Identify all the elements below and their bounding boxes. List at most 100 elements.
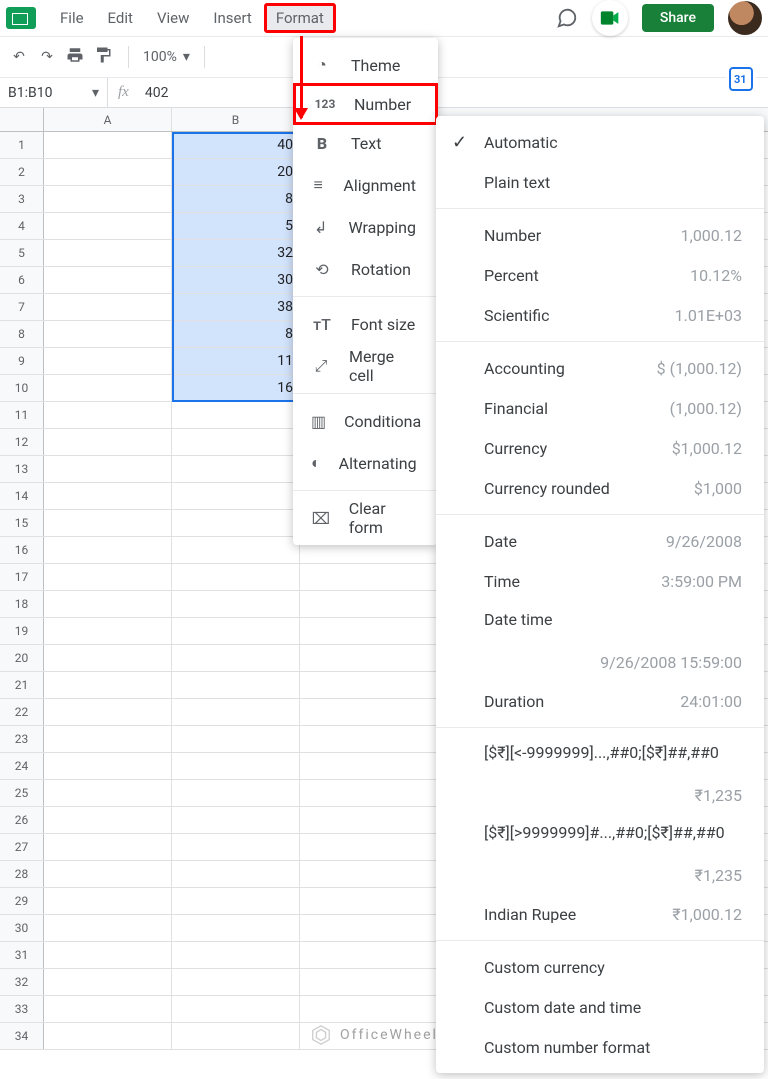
print-icon[interactable] — [64, 46, 86, 68]
select-all-corner[interactable] — [0, 108, 44, 131]
row-header[interactable]: 22 — [0, 699, 44, 725]
number-format-item[interactable]: [$₹][<-9999999]...,##0;[$₹]##,##0₹1,235 — [436, 734, 764, 814]
cell[interactable] — [172, 429, 300, 455]
format-menu-item[interactable]: ≡Alignment — [293, 164, 438, 206]
cell[interactable] — [44, 861, 172, 887]
row-header[interactable]: 15 — [0, 510, 44, 536]
row-header[interactable]: 2 — [0, 159, 44, 185]
cell[interactable] — [44, 429, 172, 455]
number-format-item[interactable]: Time3:59:00 PM — [436, 561, 764, 601]
row-header[interactable]: 26 — [0, 807, 44, 833]
number-format-item[interactable]: Financial(1,000.12) — [436, 388, 764, 428]
number-format-item[interactable]: Plain text — [436, 162, 764, 202]
share-button[interactable]: Share — [642, 4, 714, 32]
paint-format-icon[interactable] — [92, 46, 114, 68]
row-header[interactable]: 21 — [0, 672, 44, 698]
cell[interactable] — [44, 645, 172, 671]
row-header[interactable]: 7 — [0, 294, 44, 320]
number-format-item[interactable]: Custom date and time — [436, 987, 764, 1027]
cell[interactable] — [44, 807, 172, 833]
number-format-item[interactable]: Date9/26/2008 — [436, 521, 764, 561]
cell[interactable] — [172, 645, 300, 671]
row-header[interactable]: 19 — [0, 618, 44, 644]
menu-insert[interactable]: Insert — [201, 3, 263, 33]
row-header[interactable]: 6 — [0, 267, 44, 293]
cell[interactable] — [44, 564, 172, 590]
cell[interactable]: 30 — [172, 267, 300, 293]
cell[interactable] — [172, 969, 300, 995]
cell[interactable] — [172, 483, 300, 509]
number-format-item[interactable]: Currency rounded$1,000 — [436, 468, 764, 508]
cell[interactable] — [172, 780, 300, 806]
row-header[interactable]: 25 — [0, 780, 44, 806]
cell[interactable] — [44, 834, 172, 860]
cell[interactable]: 5 — [172, 213, 300, 239]
row-header[interactable]: 20 — [0, 645, 44, 671]
cell[interactable] — [44, 213, 172, 239]
cell[interactable] — [44, 753, 172, 779]
cell[interactable] — [44, 780, 172, 806]
row-header[interactable]: 24 — [0, 753, 44, 779]
row-header[interactable]: 17 — [0, 564, 44, 590]
format-menu-item[interactable]: 123Number — [293, 83, 438, 125]
cell[interactable]: 8 — [172, 321, 300, 347]
menu-edit[interactable]: Edit — [96, 3, 145, 33]
calendar-sidebar-icon[interactable] — [726, 64, 756, 94]
cell[interactable]: 40 — [172, 132, 300, 158]
row-header[interactable]: 5 — [0, 240, 44, 266]
row-header[interactable]: 29 — [0, 888, 44, 914]
cell[interactable] — [172, 564, 300, 590]
number-format-item[interactable]: Percent10.12% — [436, 255, 764, 295]
cell[interactable] — [172, 699, 300, 725]
cell[interactable] — [44, 888, 172, 914]
cell[interactable] — [172, 996, 300, 1022]
number-format-item[interactable]: Custom currency — [436, 947, 764, 987]
row-header[interactable]: 1 — [0, 132, 44, 158]
row-header[interactable]: 27 — [0, 834, 44, 860]
format-menu-item[interactable]: ▥Conditiona — [293, 400, 438, 442]
chat-icon[interactable] — [556, 7, 578, 29]
cell[interactable]: 16 — [172, 375, 300, 401]
column-header[interactable]: A — [44, 108, 172, 131]
cell[interactable] — [172, 618, 300, 644]
row-header[interactable]: 23 — [0, 726, 44, 752]
cell[interactable] — [172, 942, 300, 968]
number-format-item[interactable]: Duration24:01:00 — [436, 681, 764, 721]
cell[interactable] — [44, 186, 172, 212]
cell[interactable] — [172, 1023, 300, 1049]
cell[interactable] — [172, 537, 300, 563]
number-format-item[interactable]: Custom number format — [436, 1027, 764, 1067]
cell[interactable] — [44, 375, 172, 401]
meet-icon[interactable] — [592, 0, 628, 36]
format-menu-item[interactable]: BText — [293, 122, 438, 164]
row-header[interactable]: 3 — [0, 186, 44, 212]
format-menu-item[interactable]: ◐Alternating — [293, 442, 438, 484]
cell[interactable] — [44, 591, 172, 617]
format-menu-item[interactable]: тTFont size — [293, 303, 438, 345]
undo-icon[interactable]: ↶ — [8, 49, 30, 65]
redo-icon[interactable]: ↷ — [36, 49, 58, 65]
format-menu-item[interactable]: ⟲Rotation — [293, 248, 438, 290]
row-header[interactable]: 14 — [0, 483, 44, 509]
number-format-item[interactable]: Number1,000.12 — [436, 215, 764, 255]
number-format-item[interactable]: Accounting$ (1,000.12) — [436, 348, 764, 388]
cell[interactable] — [44, 969, 172, 995]
number-format-item[interactable]: Scientific1.01E+03 — [436, 295, 764, 335]
row-header[interactable]: 33 — [0, 996, 44, 1022]
cell[interactable] — [44, 699, 172, 725]
menu-file[interactable]: File — [48, 3, 96, 33]
cell[interactable] — [172, 888, 300, 914]
cell[interactable] — [172, 807, 300, 833]
cell[interactable] — [44, 942, 172, 968]
cell[interactable] — [44, 294, 172, 320]
row-header[interactable]: 13 — [0, 456, 44, 482]
cell[interactable]: 38 — [172, 294, 300, 320]
column-header[interactable]: B — [172, 108, 300, 131]
number-format-item[interactable]: Date time9/26/2008 15:59:00 — [436, 601, 764, 681]
format-menu-item[interactable]: ⤢Merge cell — [293, 345, 438, 387]
row-header[interactable]: 10 — [0, 375, 44, 401]
cell[interactable] — [44, 321, 172, 347]
cell[interactable]: 8 — [172, 186, 300, 212]
row-header[interactable]: 28 — [0, 861, 44, 887]
row-header[interactable]: 8 — [0, 321, 44, 347]
